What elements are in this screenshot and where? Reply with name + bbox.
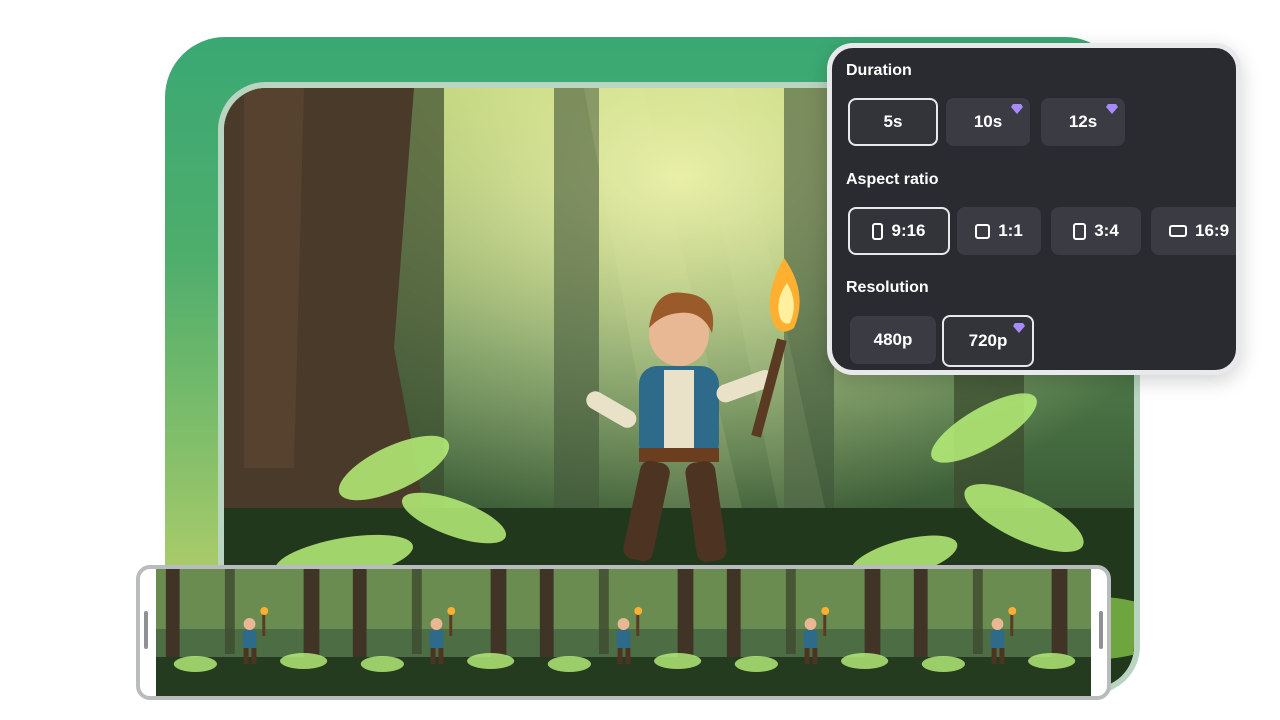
filmstrip-frame	[904, 569, 1091, 696]
duration-title: Duration	[846, 62, 912, 79]
duration-option-12s[interactable]: 12s	[1041, 98, 1125, 146]
aspect-option-label: 3:4	[1094, 221, 1119, 240]
generation-settings-panel: Duration 5s 10s 12s Aspect ratio 9:16 1:…	[827, 43, 1241, 375]
square-icon	[975, 223, 991, 239]
filmstrip-frame	[156, 569, 343, 696]
filmstrip-frame	[717, 569, 904, 696]
filmstrip-frame	[343, 569, 530, 696]
premium-gem-icon	[1013, 323, 1025, 333]
timeline-filmstrip[interactable]	[136, 565, 1111, 700]
duration-option-10s[interactable]: 10s	[946, 98, 1030, 146]
filmstrip-frames	[156, 569, 1091, 696]
aspect-option-3-4[interactable]: 3:4	[1051, 207, 1141, 255]
aspect-option-label: 9:16	[891, 221, 926, 240]
resolution-option-label: 480p	[873, 330, 913, 349]
portrait-icon	[872, 222, 884, 240]
duration-option-5s[interactable]: 5s	[848, 98, 938, 146]
aspect-ratio-title: Aspect ratio	[846, 171, 939, 188]
resolution-option-label: 720p	[968, 331, 1008, 350]
resolution-option-480p[interactable]: 480p	[850, 316, 936, 364]
aspect-option-label: 1:1	[998, 221, 1023, 240]
resolution-option-720p[interactable]: 720p	[942, 315, 1034, 367]
portrait-icon	[1073, 222, 1087, 240]
premium-gem-icon	[1106, 104, 1118, 114]
aspect-option-label: 16:9	[1195, 221, 1230, 240]
duration-option-label: 12s	[1068, 112, 1098, 131]
aspect-option-1-1[interactable]: 1:1	[957, 207, 1041, 255]
filmstrip-frame	[530, 569, 717, 696]
duration-option-label: 10s	[973, 112, 1003, 131]
aspect-option-9-16[interactable]: 9:16	[848, 207, 950, 255]
premium-gem-icon	[1011, 104, 1023, 114]
landscape-icon	[1169, 225, 1187, 237]
aspect-option-16-9[interactable]: 16:9	[1151, 207, 1236, 255]
resolution-title: Resolution	[846, 279, 929, 296]
trim-handle-left[interactable]	[144, 611, 148, 649]
duration-option-label: 5s	[883, 112, 903, 131]
trim-handle-right[interactable]	[1099, 611, 1103, 649]
